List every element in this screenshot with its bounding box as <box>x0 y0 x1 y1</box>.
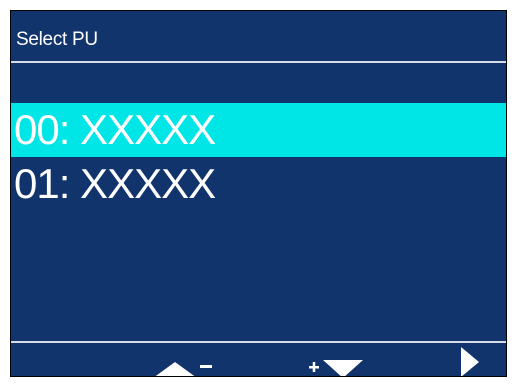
page-title: Select PU <box>16 29 98 50</box>
up-minus-icon <box>155 362 212 376</box>
right-arrow-icon <box>461 347 479 376</box>
device-screen: Select PU 00: XXXXX 01: XXXXX <box>10 10 507 377</box>
scroll-down-plus-button[interactable] <box>307 344 383 376</box>
scroll-up-minus-button[interactable] <box>151 344 221 376</box>
plus-down-icon <box>309 360 363 376</box>
next-button[interactable] <box>459 344 489 376</box>
title-divider <box>11 61 506 63</box>
softkey-divider <box>11 341 506 343</box>
pu-list: 00: XXXXX 01: XXXXX <box>11 103 506 211</box>
list-item-pu-01[interactable]: 01: XXXXX <box>11 157 506 211</box>
list-item-pu-00[interactable]: 00: XXXXX <box>11 103 506 157</box>
